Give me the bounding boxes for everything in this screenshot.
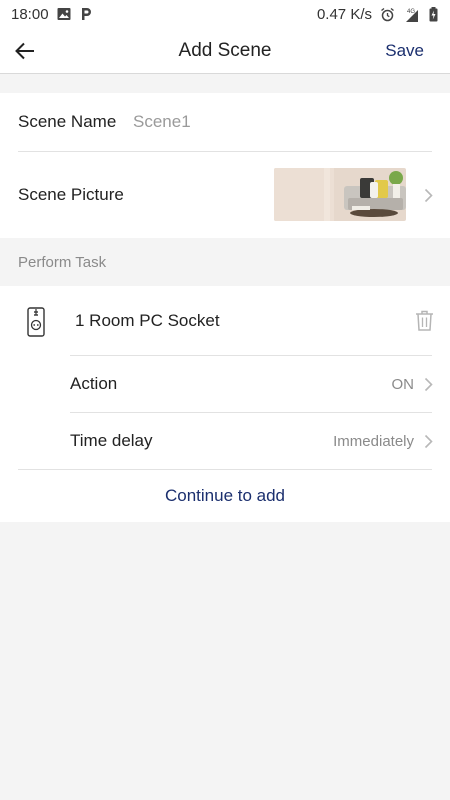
time-delay-label: Time delay bbox=[70, 431, 153, 450]
chevron-right-icon bbox=[422, 187, 434, 203]
status-left: 18:00 bbox=[11, 6, 93, 23]
arrow-left-icon bbox=[15, 42, 34, 60]
parking-app-icon bbox=[79, 7, 93, 21]
continue-to-add-button[interactable]: Continue to add bbox=[0, 470, 450, 522]
device-row[interactable]: 1 Room PC Socket bbox=[0, 286, 450, 355]
time-delay-value: Immediately bbox=[333, 432, 414, 450]
network-speed: 0.47 K/s bbox=[316, 5, 372, 23]
trash-icon[interactable] bbox=[415, 310, 434, 331]
status-bar: 18:00 0.47 K/s 4G bbox=[0, 0, 450, 28]
perform-task-header: Perform Task bbox=[0, 238, 450, 286]
scene-name-label: Scene Name bbox=[18, 112, 117, 131]
action-label: Action bbox=[70, 374, 118, 393]
action-value: ON bbox=[391, 375, 415, 393]
scene-name-input[interactable]: Scene1 bbox=[133, 112, 191, 132]
action-row[interactable]: Action ON bbox=[0, 356, 450, 412]
app-bar: Add Scene Save bbox=[0, 28, 450, 74]
signal-4g-icon: 4G bbox=[403, 7, 421, 22]
time-delay-row[interactable]: Time delay Immediately bbox=[0, 413, 450, 469]
chevron-right-icon bbox=[422, 433, 434, 449]
scene-settings-card: Scene Name Scene1 Scene Picture bbox=[0, 93, 450, 238]
task-card: 1 Room PC Socket Action ON Time delay Im… bbox=[0, 286, 450, 522]
scene-picture-label: Scene Picture bbox=[18, 185, 124, 204]
scene-name-row[interactable]: Scene Name Scene1 bbox=[0, 93, 450, 151]
alarm-icon bbox=[380, 7, 395, 22]
page-title: Add Scene bbox=[178, 39, 272, 61]
back-button[interactable] bbox=[12, 38, 38, 64]
scene-picture-row[interactable]: Scene Picture bbox=[0, 152, 450, 238]
scene-picture-thumbnail[interactable] bbox=[274, 168, 406, 221]
battery-charging-icon bbox=[429, 6, 438, 22]
spacer bbox=[0, 74, 450, 93]
save-button[interactable]: Save bbox=[385, 41, 424, 61]
status-time: 18:00 bbox=[11, 5, 49, 23]
socket-device-icon bbox=[25, 305, 47, 337]
image-notification-icon bbox=[57, 7, 71, 21]
chevron-right-icon bbox=[422, 376, 434, 392]
device-name: 1 Room PC Socket bbox=[75, 311, 220, 330]
status-right: 0.47 K/s 4G bbox=[317, 6, 438, 23]
